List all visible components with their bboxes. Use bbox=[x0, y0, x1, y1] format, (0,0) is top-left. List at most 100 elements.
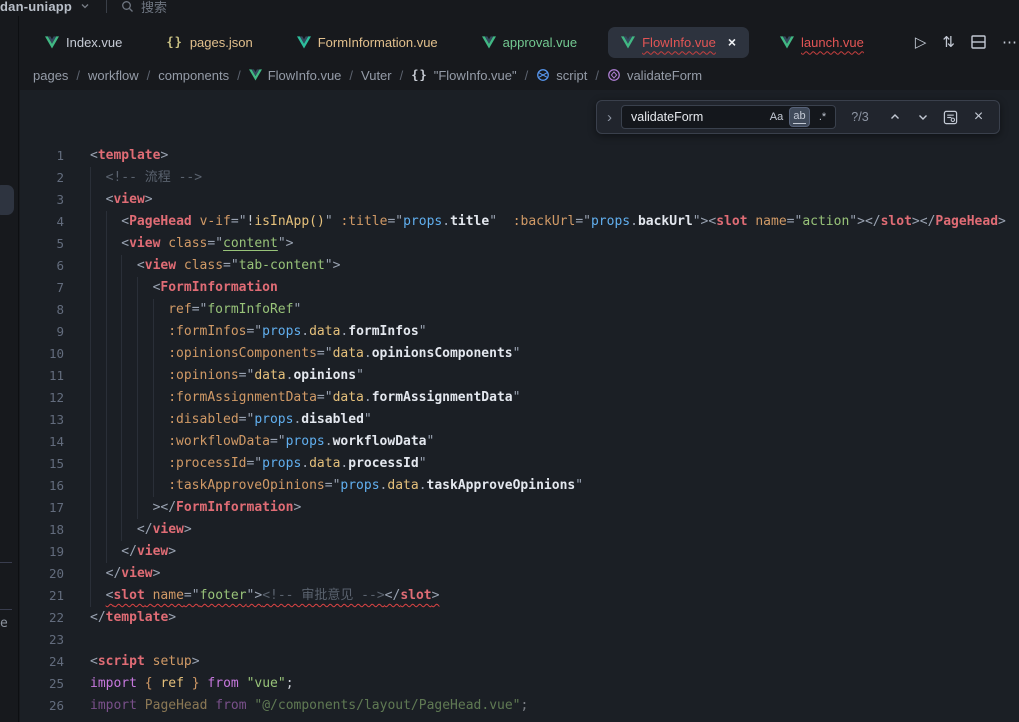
code-line[interactable]: 12:formAssignmentData="data.formAssignme… bbox=[20, 387, 1019, 409]
line-number[interactable]: 16 bbox=[20, 475, 64, 497]
editor-window: dan-uniapp 搜索 e Index. bbox=[0, 0, 1019, 722]
line-number[interactable]: 1 bbox=[20, 145, 64, 167]
indent-guide bbox=[137, 409, 153, 431]
code-text: </view> bbox=[121, 541, 176, 563]
code-line[interactable]: 25import { ref } from "vue"; bbox=[20, 673, 1019, 695]
line-number[interactable]: 13 bbox=[20, 409, 64, 431]
code-line[interactable]: 24<script setup> bbox=[20, 651, 1019, 673]
breadcrumb-item-flowinfo-symbol[interactable]: {} "FlowInfo.vue" bbox=[411, 68, 516, 83]
tab-flowinfo-vue[interactable]: FlowInfo.vue × bbox=[608, 27, 749, 58]
project-name[interactable]: dan-uniapp bbox=[0, 0, 72, 14]
breadcrumb-item-script[interactable]: script bbox=[536, 68, 587, 83]
breadcrumb-item-components[interactable]: components bbox=[158, 68, 229, 83]
code-line[interactable]: 8ref="formInfoRef" bbox=[20, 299, 1019, 321]
line-number[interactable]: 8 bbox=[20, 299, 64, 321]
line-number[interactable]: 6 bbox=[20, 255, 64, 277]
code-line[interactable]: 21<slot name="footer"><!-- 审批意见 --></slo… bbox=[20, 585, 1019, 607]
code-area[interactable]: 1<template>2<!-- 流程 -->3<view>4<PageHead… bbox=[20, 145, 1019, 717]
indent-guide bbox=[90, 211, 106, 233]
line-number[interactable]: 21 bbox=[20, 585, 64, 607]
line-number[interactable]: 3 bbox=[20, 189, 64, 211]
code-line[interactable]: 14:workflowData="props.workflowData" bbox=[20, 431, 1019, 453]
line-number[interactable]: 9 bbox=[20, 321, 64, 343]
code-line[interactable]: 18</view> bbox=[20, 519, 1019, 541]
line-number[interactable]: 5 bbox=[20, 233, 64, 255]
code-line[interactable]: 10:opinionsComponents="data.opinionsComp… bbox=[20, 343, 1019, 365]
run-button[interactable]: ▷ bbox=[915, 35, 927, 50]
line-number[interactable]: 26 bbox=[20, 695, 64, 717]
breadcrumb-item-vuter[interactable]: Vuter bbox=[361, 68, 392, 83]
left-group-scrollbar[interactable] bbox=[0, 185, 14, 215]
line-number[interactable]: 22 bbox=[20, 607, 64, 629]
line-number[interactable]: 24 bbox=[20, 651, 64, 673]
more-actions-icon[interactable]: ⋯ bbox=[1002, 35, 1017, 50]
tab-label: launch.vue bbox=[801, 35, 864, 50]
tab-launch-vue[interactable]: launch.vue bbox=[767, 27, 877, 58]
code-line[interactable]: 13:disabled="props.disabled" bbox=[20, 409, 1019, 431]
tab-forminformation-vue[interactable]: FormInformation.vue bbox=[284, 27, 451, 58]
code-line[interactable]: 9:formInfos="props.data.formInfos" bbox=[20, 321, 1019, 343]
compare-changes-icon[interactable]: ⇅ bbox=[942, 35, 955, 50]
indent-guide bbox=[106, 233, 122, 255]
indent-guide bbox=[137, 497, 153, 519]
global-search[interactable]: 搜索 bbox=[121, 0, 167, 16]
breadcrumb-item-validateform[interactable]: validateForm bbox=[607, 68, 702, 83]
line-number[interactable]: 15 bbox=[20, 453, 64, 475]
line-number[interactable]: 18 bbox=[20, 519, 64, 541]
indent-guide bbox=[137, 299, 153, 321]
line-number[interactable]: 4 bbox=[20, 211, 64, 233]
line-number[interactable]: 2 bbox=[20, 167, 64, 189]
find-in-selection-icon[interactable] bbox=[940, 106, 961, 128]
code-line[interactable]: 19 </view> bbox=[20, 541, 1019, 563]
close-find-icon[interactable]: × bbox=[968, 106, 989, 128]
breadcrumb-item-pages[interactable]: pages bbox=[33, 68, 68, 83]
code-line[interactable]: 1<template> bbox=[20, 145, 1019, 167]
whole-word-toggle[interactable]: ab bbox=[789, 107, 810, 127]
code-line[interactable]: 17></FormInformation> bbox=[20, 497, 1019, 519]
split-editor-icon[interactable] bbox=[971, 35, 986, 49]
breadcrumb-item-flowinfo[interactable]: FlowInfo.vue bbox=[249, 68, 342, 83]
indent-guide bbox=[137, 431, 153, 453]
code-line[interactable]: 2<!-- 流程 --> bbox=[20, 167, 1019, 189]
indent-guide bbox=[90, 299, 106, 321]
indent-guide bbox=[121, 343, 137, 365]
indent-guide bbox=[90, 541, 106, 563]
tab-pages-json[interactable]: {} pages.json bbox=[153, 27, 265, 58]
line-number[interactable]: 11 bbox=[20, 365, 64, 387]
match-case-toggle[interactable]: Aa bbox=[766, 107, 787, 127]
toggle-replace-chevron[interactable]: › bbox=[605, 109, 614, 126]
indent-guide bbox=[137, 365, 153, 387]
tab-index-vue[interactable]: Index.vue bbox=[32, 27, 135, 58]
code-line[interactable]: 3<view> bbox=[20, 189, 1019, 211]
line-number[interactable]: 20 bbox=[20, 563, 64, 585]
code-line[interactable]: 6<view class="tab-content"> bbox=[20, 255, 1019, 277]
code-line[interactable]: 16:taskApproveOpinions="props.data.taskA… bbox=[20, 475, 1019, 497]
line-number[interactable]: 12 bbox=[20, 387, 64, 409]
code-line[interactable]: 7<FormInformation bbox=[20, 277, 1019, 299]
line-number[interactable]: 23 bbox=[20, 629, 64, 651]
code-line[interactable]: 15:processId="props.data.processId" bbox=[20, 453, 1019, 475]
line-number[interactable]: 7 bbox=[20, 277, 64, 299]
line-number[interactable]: 25 bbox=[20, 673, 64, 695]
code-line[interactable]: 4<PageHead v-if="!isInApp()" :title="pro… bbox=[20, 211, 1019, 233]
chevron-down-icon[interactable] bbox=[80, 1, 90, 11]
regex-toggle[interactable]: .* bbox=[812, 107, 833, 127]
code-line[interactable]: 23 bbox=[20, 629, 1019, 651]
code-line[interactable]: 11:opinions="data.opinions" bbox=[20, 365, 1019, 387]
line-number[interactable]: 19 bbox=[20, 541, 64, 563]
close-icon[interactable]: × bbox=[728, 35, 736, 49]
next-match-button[interactable] bbox=[912, 106, 933, 128]
breadcrumb-label: FlowInfo.vue bbox=[268, 68, 342, 83]
code-line[interactable]: 26import PageHead from "@/components/lay… bbox=[20, 695, 1019, 717]
breadcrumb-item-workflow[interactable]: workflow bbox=[88, 68, 139, 83]
previous-match-button[interactable] bbox=[884, 106, 905, 128]
line-number[interactable]: 17 bbox=[20, 497, 64, 519]
code-line[interactable]: 5<view class="content"> bbox=[20, 233, 1019, 255]
tab-approval-vue[interactable]: approval.vue bbox=[469, 27, 590, 58]
code-line[interactable]: 22</template> bbox=[20, 607, 1019, 629]
editor-actions: ▷ ⇅ ⋯ bbox=[915, 35, 1019, 50]
breadcrumb-separator: / bbox=[525, 68, 529, 83]
code-line[interactable]: 20</view> bbox=[20, 563, 1019, 585]
line-number[interactable]: 14 bbox=[20, 431, 64, 453]
line-number[interactable]: 10 bbox=[20, 343, 64, 365]
